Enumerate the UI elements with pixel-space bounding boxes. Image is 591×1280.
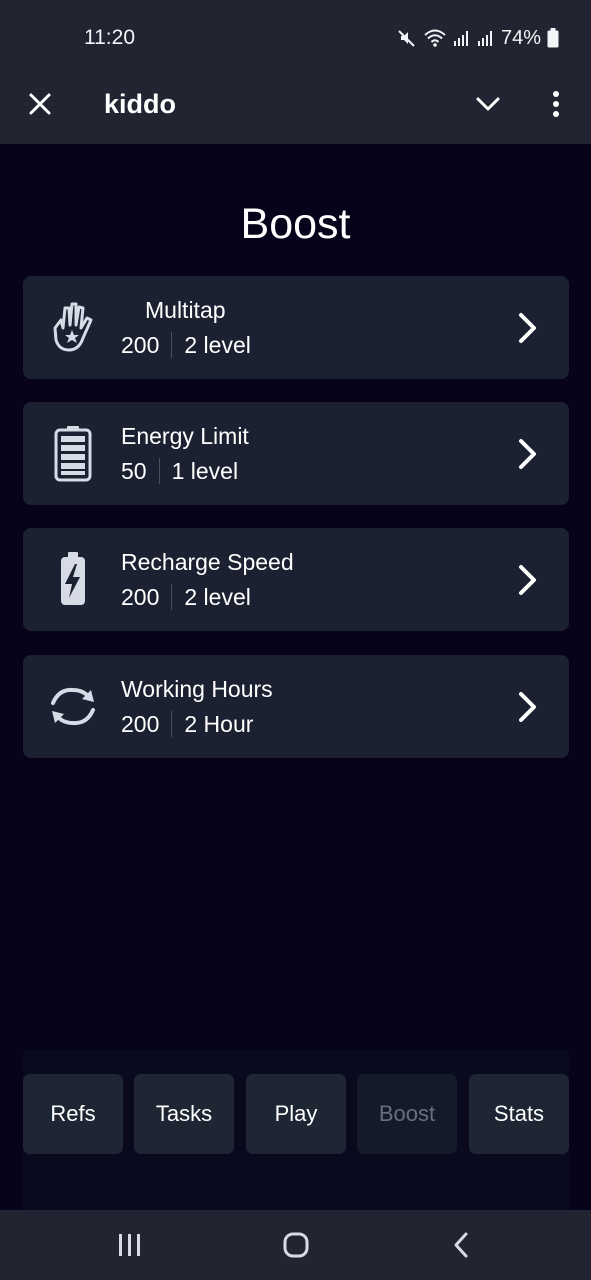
- boost-meta: 200 2 level: [121, 331, 251, 359]
- more-vert-icon[interactable]: [544, 88, 568, 120]
- boost-meta: 200 2 level: [121, 583, 251, 611]
- nav-boost-button[interactable]: Boost: [357, 1074, 457, 1154]
- back-icon[interactable]: [450, 1231, 472, 1259]
- signal-icon: [477, 31, 492, 46]
- chevron-right-icon: [519, 439, 536, 469]
- app-title: kiddo: [104, 89, 176, 119]
- chevron-right-icon: [519, 692, 536, 722]
- boost-name: Energy Limit: [121, 423, 249, 449]
- boost-name: Recharge Speed: [121, 549, 294, 575]
- mute-icon: [398, 30, 415, 47]
- boost-card-working-hours[interactable]: Working Hours 200 2 Hour: [23, 655, 569, 758]
- battery-percent: 74%: [500, 26, 541, 49]
- page-title: Boost: [240, 200, 351, 248]
- system-nav-bar: [0, 1210, 591, 1280]
- nav-tasks-button[interactable]: Tasks: [134, 1074, 234, 1154]
- battery-status-icon: [547, 28, 559, 48]
- boost-level: 2 level: [184, 583, 251, 610]
- home-icon[interactable]: [282, 1231, 310, 1259]
- nav-stats-button[interactable]: Stats: [469, 1074, 569, 1154]
- hand-star-icon: [53, 302, 93, 352]
- divider: [158, 458, 160, 484]
- boost-meta: 200 2 Hour: [121, 710, 253, 738]
- status-icons: 74%: [397, 24, 559, 52]
- app-bar: kiddo: [0, 72, 591, 144]
- chevron-down-icon[interactable]: [474, 92, 502, 116]
- refresh-icon: [51, 687, 95, 726]
- status-bar: 11:20 74%: [0, 0, 591, 72]
- status-time: 11:20: [84, 26, 135, 49]
- boost-cost: 200: [121, 583, 160, 610]
- chevron-right-icon: [519, 565, 536, 595]
- boost-cost: 50: [121, 457, 147, 484]
- boost-level: 1 level: [171, 457, 239, 484]
- boost-name: Multitap: [145, 297, 226, 323]
- boost-meta: 50 1 level: [121, 457, 238, 485]
- boost-cost: 200: [121, 331, 160, 358]
- boost-name: Working Hours: [121, 676, 273, 702]
- boost-card-energy-limit[interactable]: Energy Limit 50 1 level: [23, 402, 569, 505]
- boost-cost: 200: [121, 710, 160, 737]
- boost-level: 2 level: [184, 331, 251, 358]
- battery-charging-icon: [61, 552, 85, 605]
- chevron-right-icon: [519, 313, 536, 343]
- divider: [171, 584, 173, 610]
- close-icon[interactable]: [26, 90, 54, 118]
- boost-level: 2 Hour: [184, 710, 254, 737]
- divider: [171, 711, 173, 737]
- wifi-icon: [424, 29, 446, 47]
- divider: [171, 332, 173, 358]
- recents-icon[interactable]: [116, 1232, 144, 1258]
- nav-play-button[interactable]: Play: [246, 1074, 346, 1154]
- nav-refs-button[interactable]: Refs: [23, 1074, 123, 1154]
- boost-card-recharge-speed[interactable]: Recharge Speed 200 2 level: [23, 528, 569, 631]
- battery-icon: [54, 426, 92, 482]
- signal-icon: [453, 31, 468, 46]
- boost-card-multitap[interactable]: Multitap 200 2 level: [23, 276, 569, 379]
